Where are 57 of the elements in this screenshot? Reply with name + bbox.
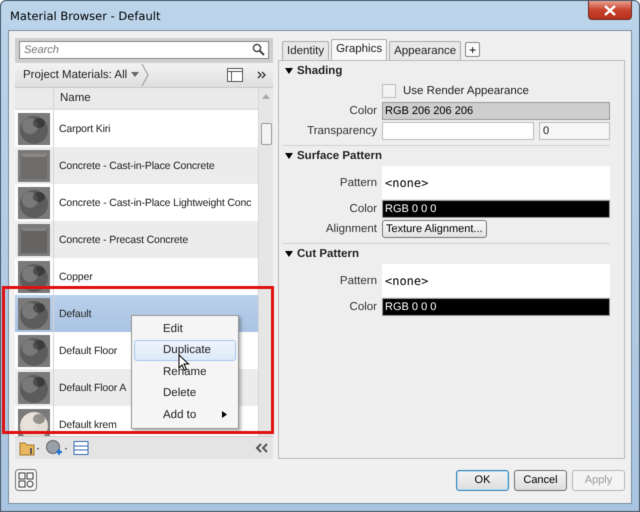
folder-icon[interactable] xyxy=(19,440,41,456)
material-item[interactable]: Concrete - Cast-in-Place Lightweight Conc xyxy=(54,184,252,221)
material-item[interactable]: Default xyxy=(54,295,92,332)
window-title: Material Browser - Default xyxy=(10,8,160,22)
property-label: Color xyxy=(348,105,377,117)
list-view-icon[interactable] xyxy=(73,440,89,456)
close-button[interactable] xyxy=(588,1,632,20)
dialog-button[interactable]: OK xyxy=(456,470,509,490)
material-item[interactable]: Copper xyxy=(54,258,93,295)
scrollbar[interactable] xyxy=(258,88,273,436)
collapse-triangle-icon[interactable] xyxy=(285,250,293,258)
menu-item[interactable]: Edit xyxy=(134,318,236,340)
property-label: Pattern xyxy=(338,176,377,188)
collapse-icon[interactable] xyxy=(255,443,269,453)
collapse-triangle-icon[interactable] xyxy=(285,67,293,75)
slider-track[interactable] xyxy=(382,122,534,140)
menu-item[interactable]: Duplicate xyxy=(134,340,236,361)
checkbox-label: Use Render Appearance xyxy=(403,85,529,97)
add-tab-button[interactable]: + xyxy=(465,42,480,57)
section-title: Surface Pattern xyxy=(297,150,382,162)
pattern-field[interactable]: <none> xyxy=(382,264,610,297)
caret-icon xyxy=(129,63,150,87)
panel-layout-icon[interactable] xyxy=(227,68,243,82)
scroll-thumb[interactable] xyxy=(260,123,272,145)
color-swatch-field[interactable]: RGB 0 0 0 xyxy=(382,298,610,316)
menu-item[interactable]: Add to xyxy=(134,404,236,426)
checkbox[interactable] xyxy=(382,84,396,98)
value-field[interactable]: 0 xyxy=(539,122,610,140)
property-label: Transparency xyxy=(306,125,377,137)
material-item[interactable]: Default Floor xyxy=(54,332,118,369)
material-item[interactable]: Default Floor A xyxy=(54,369,126,406)
material-item[interactable]: Carport Kiri xyxy=(54,110,110,147)
dialog-button[interactable]: Cancel xyxy=(514,470,567,490)
material-item[interactable]: Default krem xyxy=(54,406,117,436)
property-label: Pattern xyxy=(338,274,377,286)
color-swatch-field[interactable]: RGB 0 0 0 xyxy=(382,200,610,218)
material-editor-icon[interactable] xyxy=(15,469,37,491)
tab[interactable]: Appearance xyxy=(389,41,462,60)
close-icon xyxy=(604,4,616,16)
search-field[interactable]: Search xyxy=(19,41,269,59)
section-title: Shading xyxy=(297,65,342,77)
pattern-field[interactable]: <none> xyxy=(382,166,610,199)
section-title: Cut Pattern xyxy=(297,248,359,260)
search-icon xyxy=(252,43,265,56)
collapse-triangle-icon[interactable] xyxy=(285,152,293,160)
texture-alignment-button[interactable]: Texture Alignment... xyxy=(382,220,487,238)
property-label: Color xyxy=(348,301,377,313)
tab[interactable]: Identity xyxy=(282,41,330,60)
expand-icon[interactable] xyxy=(257,71,267,79)
color-swatch-field[interactable]: RGB 206 206 206 xyxy=(382,102,610,120)
column-header[interactable]: Name xyxy=(54,88,91,108)
property-label: Alignment xyxy=(324,223,377,235)
menu-item[interactable]: Rename xyxy=(134,361,236,382)
add-material-icon[interactable] xyxy=(45,440,69,456)
tab[interactable]: Graphics xyxy=(331,39,388,60)
menu-item[interactable]: Delete xyxy=(134,382,236,404)
property-label: Color xyxy=(348,203,377,215)
